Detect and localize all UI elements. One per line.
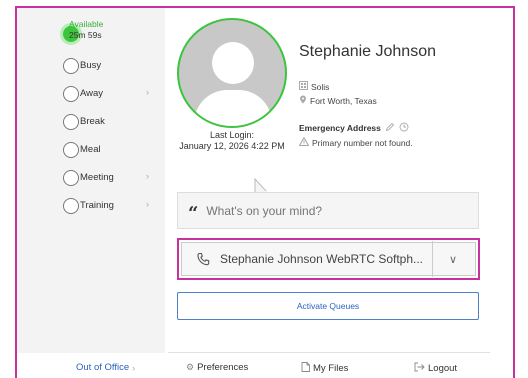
status-label: Break [80,115,105,127]
status-message-box[interactable]: “ [177,192,479,229]
status-label: Training [80,199,114,211]
quote-icon: “ [188,203,199,224]
avatar-head-shape [212,42,254,84]
gear-icon: ⚙ [186,362,195,372]
status-item-meal[interactable]: Meal [63,141,101,158]
chevron-right-icon: › [146,87,149,97]
break-radio[interactable] [63,114,79,130]
emergency-message: Primary number not found. [298,136,413,148]
out-of-office-label: Out of Office [76,362,130,373]
history-icon[interactable] [399,122,409,134]
device-select-field[interactable]: Stephanie Johnson WebRTC Softph... ∨ [181,241,476,277]
file-icon [301,362,310,374]
location-text: Fort Worth, Texas [310,95,377,106]
preferences-label: Preferences [197,362,249,373]
warning-icon [298,136,310,148]
avatar-body-shape [194,90,272,126]
map-pin-icon [299,95,307,106]
chevron-right-icon: › [146,171,149,181]
emergency-message-text: Primary number not found. [312,137,413,148]
edit-icon[interactable] [385,122,395,134]
footer-divider [168,352,490,353]
status-item-away[interactable]: Away › [63,85,149,102]
chevron-down-icon[interactable]: ∨ [433,253,473,266]
last-login: Last Login: January 12, 2026 4:22 PM [172,130,292,152]
status-item-busy[interactable]: Busy [63,57,102,74]
meal-radio[interactable] [63,142,79,158]
building-icon [299,81,308,92]
status-item-meeting[interactable]: Meeting › [63,169,149,186]
status-label: Meal [80,143,101,155]
status-label: Meeting [80,171,114,183]
away-radio[interactable] [63,86,79,102]
logout-button[interactable]: Logout [414,362,457,374]
speech-bubble-tip [254,178,268,192]
emergency-address-heading: Emergency Address [299,122,409,134]
logout-icon [414,362,425,374]
company-name: Solis [311,81,330,92]
status-item-break[interactable]: Break [63,113,105,130]
available-label: Available [69,19,104,29]
my-files-button[interactable]: My Files [301,362,348,374]
status-item-training[interactable]: Training › [63,197,149,214]
my-files-label: My Files [313,362,349,374]
busy-radio[interactable] [63,58,79,74]
last-login-label: Last Login: [209,130,255,140]
logout-label: Logout [428,362,458,374]
phone-icon [190,252,216,267]
emergency-title: Emergency Address [299,123,381,133]
chevron-right-icon: › [132,362,136,373]
activate-queues-button[interactable]: Activate Queues [177,292,479,320]
chevron-right-icon: › [146,199,149,209]
training-radio[interactable] [63,198,79,214]
status-label: Away [80,87,104,99]
avatar[interactable] [177,18,287,128]
company: Solis [299,81,329,92]
out-of-office-link[interactable]: Out of Office › [76,362,135,373]
device-selector[interactable]: Stephanie Johnson WebRTC Softph... ∨ [177,238,480,280]
device-label: Stephanie Johnson WebRTC Softph... [220,252,424,266]
status-label: Busy [80,59,102,71]
location: Fort Worth, Texas [299,95,377,106]
last-login-value: January 12, 2026 4:22 PM [179,141,285,151]
user-name: Stephanie Johnson [299,43,436,60]
available-duration: 25m 59s [69,30,102,40]
preferences-button[interactable]: ⚙ Preferences [186,362,248,373]
meeting-radio[interactable] [63,170,79,186]
status-message-input[interactable] [206,203,437,218]
